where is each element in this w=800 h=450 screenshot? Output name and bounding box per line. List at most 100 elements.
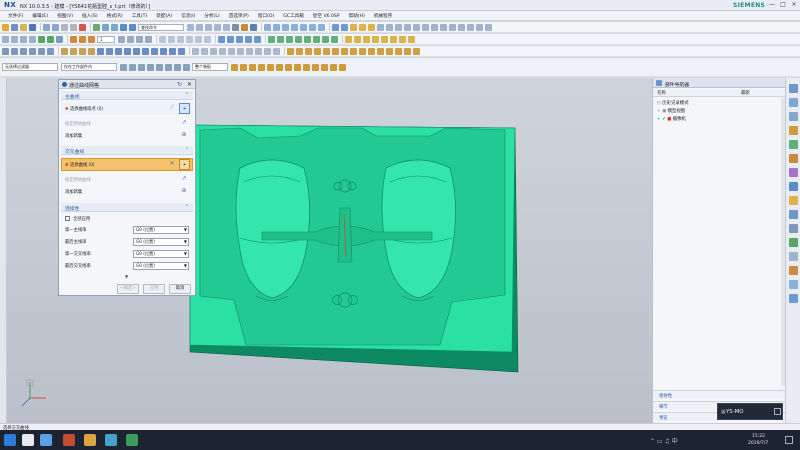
selection-scope-combo[interactable]: 仅在工作部件内 — [61, 63, 117, 71]
edit-feature-icon[interactable] — [11, 47, 18, 55]
resize-blend-icon[interactable] — [169, 47, 176, 55]
replace-face-icon[interactable] — [386, 23, 393, 31]
select-all-icon[interactable] — [120, 63, 127, 71]
sketch-icon[interactable] — [93, 23, 100, 31]
cylinder-icon[interactable] — [70, 47, 77, 55]
ime-options-icon[interactable] — [774, 408, 781, 415]
create-box-icon[interactable] — [296, 47, 303, 55]
electrode-icon[interactable] — [322, 35, 329, 43]
n-sided-icon[interactable] — [300, 23, 307, 31]
menu-tools[interactable]: 工具(T) — [132, 13, 148, 19]
swept-icon[interactable] — [273, 23, 280, 31]
datum-icon[interactable] — [250, 23, 257, 31]
pull-face-icon[interactable] — [160, 47, 167, 55]
continuity-select[interactable]: G0 (位置) ▼ — [133, 250, 189, 258]
mold-base-icon[interactable] — [286, 35, 293, 43]
layer-settings-icon[interactable] — [70, 35, 77, 43]
close-icon[interactable]: ✕ — [187, 81, 192, 88]
split-solid-icon[interactable] — [305, 47, 312, 55]
extend-solid-icon[interactable] — [332, 47, 339, 55]
command-finder[interactable]: 查找命令 — [138, 23, 184, 31]
mirror-icon[interactable] — [440, 23, 447, 31]
divide-curve-icon[interactable] — [246, 47, 253, 55]
thread-icon[interactable] — [133, 47, 140, 55]
cancel-button[interactable]: 取消 — [169, 284, 191, 294]
material-library-icon[interactable] — [789, 266, 798, 275]
slot-icon[interactable] — [124, 47, 131, 55]
specify-origin-icon[interactable]: ↗ — [179, 118, 189, 128]
apply-button[interactable]: 应用 — [143, 284, 165, 294]
cam-navigator-icon[interactable] — [789, 238, 798, 247]
menu-gc-toolkit[interactable]: GC工具箱 — [283, 13, 304, 19]
tree-item[interactable]: + ✔ ■ 摄像机 — [657, 116, 686, 122]
cone-icon[interactable] — [79, 47, 86, 55]
mold-wizard-palette-icon[interactable] — [789, 224, 798, 233]
continuity-select[interactable]: G0 (位置) ▼ — [133, 238, 189, 246]
select-body-icon[interactable] — [165, 63, 172, 71]
blend-icon[interactable] — [129, 23, 136, 31]
nx-window-icon[interactable] — [105, 434, 117, 446]
drafting-navigator-icon[interactable] — [789, 280, 798, 289]
snap-bounded-icon[interactable] — [294, 63, 301, 71]
eng-assistant-icon[interactable] — [789, 252, 798, 261]
hd3d-tools-icon[interactable] — [789, 140, 798, 149]
menu-information[interactable]: 信息(I) — [181, 13, 195, 19]
shaded-icon[interactable] — [38, 35, 45, 43]
wireframe-icon[interactable] — [47, 35, 54, 43]
snap-quadrant-icon[interactable] — [267, 63, 274, 71]
reference-blend-icon[interactable] — [341, 47, 348, 55]
intersect-curve-icon[interactable] — [210, 47, 217, 55]
snap-control-point-icon[interactable] — [312, 63, 319, 71]
through-curves-icon[interactable] — [264, 23, 271, 31]
part-navigator-icon[interactable] — [789, 84, 798, 93]
snap-midpoint-icon[interactable] — [240, 63, 247, 71]
mold-wizard-icon[interactable] — [268, 35, 275, 43]
spline-icon[interactable] — [205, 23, 212, 31]
reuse-library-icon[interactable] — [789, 126, 798, 135]
extract-curve-icon[interactable] — [255, 47, 262, 55]
split-body-icon[interactable] — [476, 23, 483, 31]
rib-icon[interactable] — [106, 47, 113, 55]
column-latest[interactable]: 最新 — [741, 90, 750, 96]
bridge-curve-icon[interactable] — [192, 47, 199, 55]
palette-icon[interactable] — [789, 294, 798, 303]
redo-icon[interactable] — [52, 23, 59, 31]
wave-link-icon[interactable] — [381, 35, 388, 43]
thicken-icon[interactable] — [458, 23, 465, 31]
chevron-up-icon[interactable]: ⌃ — [185, 204, 189, 210]
zoom-icon[interactable] — [11, 35, 18, 43]
close-window-button[interactable]: × — [789, 1, 799, 9]
shell-icon[interactable] — [449, 23, 456, 31]
offset-surface-icon[interactable] — [309, 23, 316, 31]
reference-set-icon[interactable] — [390, 35, 397, 43]
section-curve-icon[interactable] — [264, 47, 271, 55]
closed-region-icon[interactable] — [350, 47, 357, 55]
select-curve-button[interactable]: ⌖ — [179, 103, 190, 114]
composite-curve-icon[interactable] — [273, 47, 280, 55]
wcs-display-icon[interactable] — [254, 35, 261, 43]
assembly-icon[interactable] — [345, 35, 352, 43]
suppress-icon[interactable] — [20, 47, 27, 55]
add-component-icon[interactable] — [354, 35, 361, 43]
menu-view[interactable]: 视图(V) — [57, 13, 73, 19]
chamfer-icon[interactable] — [422, 23, 429, 31]
draft-analysis-icon[interactable] — [195, 35, 202, 43]
menu-machining[interactable]: 机械程序 — [374, 13, 392, 19]
ok-button[interactable]: <确定> — [117, 284, 139, 294]
snap-existing-point-icon[interactable] — [303, 63, 310, 71]
lasso-select-icon[interactable] — [156, 63, 163, 71]
ejector-pin-icon[interactable] — [304, 35, 311, 43]
area-check-icon[interactable] — [413, 47, 420, 55]
mold-tools-icon[interactable] — [287, 47, 294, 55]
primary-select-row[interactable]: ✱ 选择曲线或点 (0) ⟋ ⌖ — [61, 102, 193, 115]
copy-to-layer-icon[interactable] — [88, 35, 95, 43]
snap-on-curve-icon[interactable] — [276, 63, 283, 71]
existing-surface-icon[interactable] — [395, 47, 402, 55]
snap-scope-combo[interactable]: 整个装配 — [192, 63, 228, 71]
measure-angle-icon[interactable] — [168, 35, 175, 43]
cut-icon[interactable] — [61, 23, 68, 31]
work-layer-combo[interactable]: 1 — [97, 35, 115, 43]
auto-hole-patch-icon[interactable] — [404, 47, 411, 55]
extract-icon[interactable] — [467, 23, 474, 31]
tray-icons[interactable]: ⌃ ▭ ♫ 中 — [650, 436, 678, 445]
